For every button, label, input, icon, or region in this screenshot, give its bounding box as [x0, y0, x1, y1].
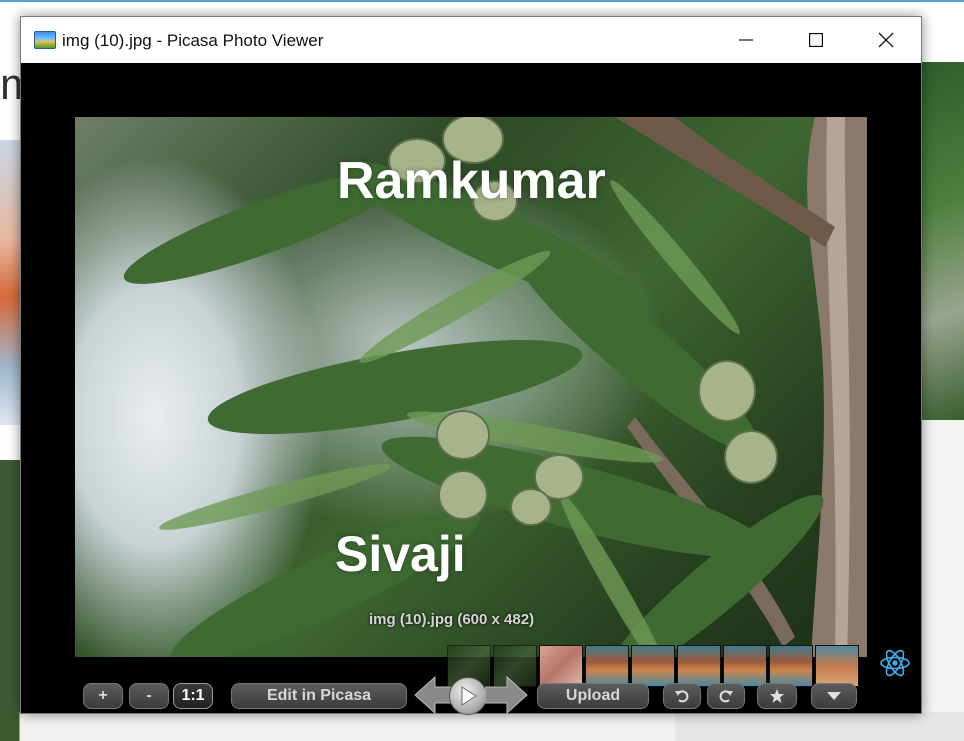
more-options-button[interactable] — [811, 683, 857, 709]
background-photo-left — [0, 140, 22, 425]
picasa-app-icon — [34, 31, 56, 49]
background-photo-right — [918, 62, 964, 422]
maximize-button[interactable] — [781, 17, 851, 63]
chevron-down-icon — [827, 692, 841, 700]
edit-in-picasa-button[interactable]: Edit in Picasa — [231, 683, 407, 709]
photo-viewer-area[interactable]: Ramkumar Sivaji img (10).jpg (600 x 482) — [21, 63, 921, 715]
background-bottom-strip — [0, 712, 964, 741]
rotate-left-icon — [675, 690, 689, 703]
window-title: img (10).jpg - Picasa Photo Viewer — [62, 31, 324, 50]
image-info-label: img (10).jpg (600 x 482) — [369, 611, 535, 628]
star-icon — [770, 689, 784, 703]
photo-caption-top: Ramkumar — [337, 152, 606, 210]
zoom-out-button[interactable]: - — [129, 683, 169, 709]
photo-caption-bottom: Sivaji — [335, 526, 466, 582]
minimize-button[interactable] — [711, 17, 781, 63]
picasa-photo-viewer-window: img (10).jpg - Picasa Photo Viewer Ramku… — [20, 16, 922, 715]
star-button[interactable] — [757, 683, 797, 709]
rotate-left-button[interactable] — [663, 683, 701, 709]
rotate-right-button[interactable] — [707, 683, 745, 709]
actual-size-button[interactable]: 1:1 — [173, 683, 213, 709]
rotate-right-icon — [719, 690, 733, 703]
close-icon — [878, 32, 894, 48]
play-button[interactable] — [449, 677, 487, 715]
background-panel-left — [0, 460, 22, 741]
slideshow-navigation — [413, 675, 529, 715]
displayed-photo[interactable]: Ramkumar Sivaji img (10).jpg (600 x 482) — [75, 117, 867, 657]
zoom-in-button[interactable]: + — [83, 683, 123, 709]
desktop-accent-line — [0, 0, 964, 2]
close-button[interactable] — [851, 17, 921, 63]
upload-button[interactable]: Upload — [537, 683, 649, 709]
play-icon — [461, 686, 477, 706]
maximize-icon — [809, 33, 823, 47]
minimize-icon — [739, 39, 753, 41]
title-bar[interactable]: img (10).jpg - Picasa Photo Viewer — [21, 17, 921, 63]
arrow-right-icon[interactable] — [485, 675, 529, 715]
viewer-toolbar: + - 1:1 Edit in Picasa Upload — [21, 671, 921, 715]
background-panel-right — [918, 420, 964, 741]
